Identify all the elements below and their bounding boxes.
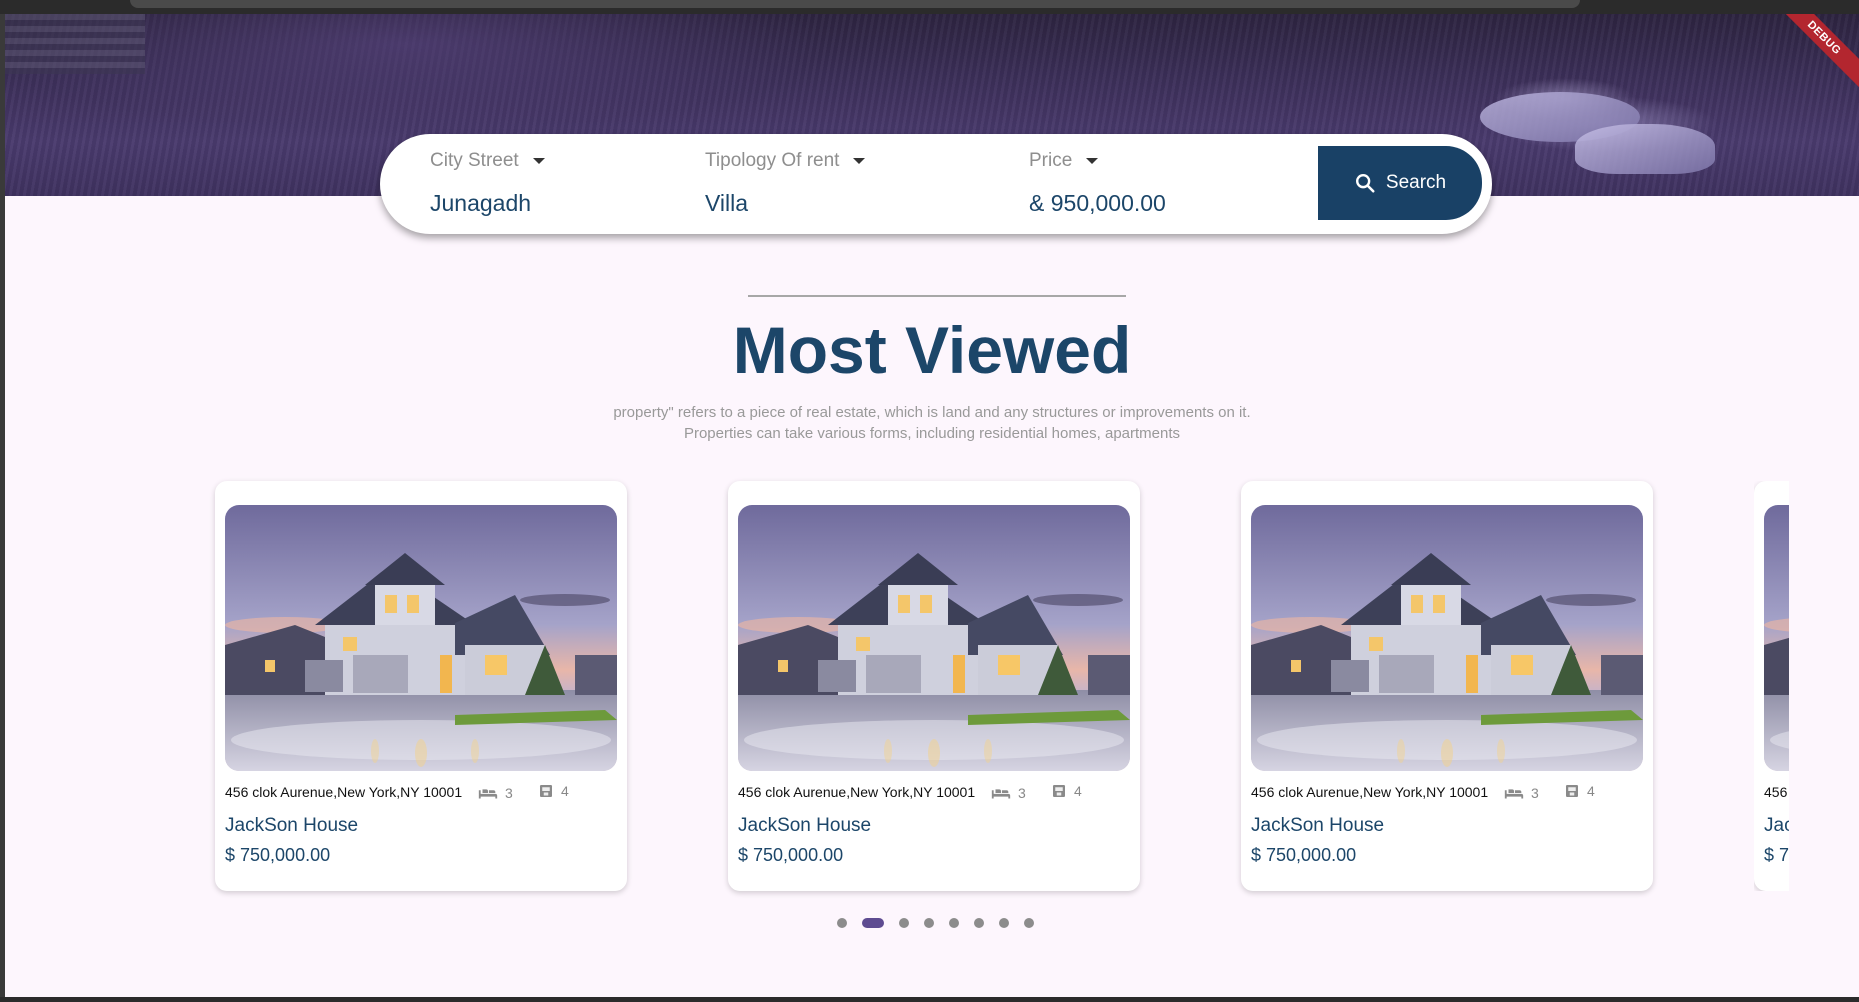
property-card[interactable]: 456 clok Aurenue,New York,NY 10001 3 4 J… [215,481,627,891]
city-street-value: Junagadh [430,190,532,216]
search-icon [1355,174,1375,193]
baths-info: 4 [537,782,569,800]
beds-info: 3 [1503,782,1539,804]
search-button-label: Search [1385,172,1447,193]
typology-label: Tipology Of rent [705,150,840,171]
property-name: JackSon House [225,815,359,836]
property-name: JackSon House [1764,815,1789,836]
property-photo [738,505,1130,771]
hero-rock [1575,124,1715,174]
property-card[interactable]: 456 clok Aurenue,New York,NY 10001 3 4 J… [728,481,1140,891]
city-street-label: City Street [430,150,519,171]
carousel-dot[interactable] [837,918,847,928]
property-address: 456 clok Aurenue,New York,NY 10001 [738,784,976,800]
typology-value: Villa [705,190,749,216]
beds-count: 3 [1531,785,1539,801]
property-card[interactable]: 456 clok Aurenue,New York,NY 10001 3 4 J… [1754,481,1789,891]
hero-steps [5,14,145,74]
bath-icon [1050,782,1068,800]
property-photo [1764,505,1789,771]
property-photo [1251,505,1643,771]
bath-icon [537,782,555,800]
property-card[interactable]: 456 clok Aurenue,New York,NY 10001 3 4 J… [1241,481,1653,891]
browser-bottom-bar [0,997,1859,1002]
search-button[interactable]: Search [1318,146,1482,220]
property-price: $ 750,000.00 [738,845,844,865]
property-price: $ 750,000.00 [1251,845,1357,865]
caret-down-icon [532,158,545,164]
bed-icon [990,782,1012,804]
property-price: $ 750,000.00 [225,845,331,865]
subtitle-line: property" refers to a piece of real esta… [613,404,1251,421]
browser-tab-strip [130,0,1580,8]
price-dropdown[interactable]: Price & 950,000.00 [1029,150,1166,217]
carousel-dot[interactable] [974,918,984,928]
section-divider [748,295,1126,297]
beds-count: 3 [1018,785,1026,801]
section-title: Most Viewed [732,313,1132,387]
carousel-indicator [837,916,1034,930]
carousel-clip: 456 clok Aurenue,New York,NY 10001 3 4 J… [1754,481,1789,891]
price-label: Price [1029,150,1073,171]
carousel-dot[interactable] [999,918,1009,928]
property-address: 456 clok Aurenue,New York,NY 10001 [1251,784,1489,800]
property-price: $ 750,000.00 [1764,845,1789,865]
baths-count: 4 [1074,783,1082,799]
carousel-dot[interactable] [924,918,934,928]
search-bar: City Street Junagadh Tipology Of rent Vi… [380,134,1492,234]
app-window: DEBUG City Street Junagadh Tipology Of r… [5,14,1859,997]
browser-top-bar [0,0,1859,14]
bath-icon [1563,782,1581,800]
property-address: 456 clok Aurenue,New York,NY 10001 [225,784,463,800]
caret-down-icon [1086,158,1099,164]
bed-icon [1503,782,1525,804]
baths-count: 4 [1587,783,1595,799]
property-photo [225,505,617,771]
property-address: 456 clok Aurenue,New York,NY 10001 [1764,784,1789,800]
carousel-dot[interactable] [862,918,884,928]
property-name: JackSon House [738,815,872,836]
city-street-dropdown[interactable]: City Street Junagadh [430,150,545,217]
subtitle-line: Properties can take various forms, inclu… [683,425,1181,442]
beds-info: 3 [990,782,1026,804]
typology-dropdown[interactable]: Tipology Of rent Villa [705,150,866,217]
carousel-dot[interactable] [899,918,909,928]
price-value: & 950,000.00 [1029,190,1166,216]
caret-down-icon [853,158,866,164]
carousel-dot[interactable] [949,918,959,928]
section-subtitle: property" refers to a piece of real esta… [5,402,1859,444]
baths-info: 4 [1563,782,1595,800]
baths-count: 4 [561,783,569,799]
carousel-dot[interactable] [1024,918,1034,928]
property-name: JackSon House [1251,815,1385,836]
baths-info: 4 [1050,782,1082,800]
beds-info: 3 [477,782,513,804]
bed-icon [477,782,499,804]
beds-count: 3 [505,785,513,801]
